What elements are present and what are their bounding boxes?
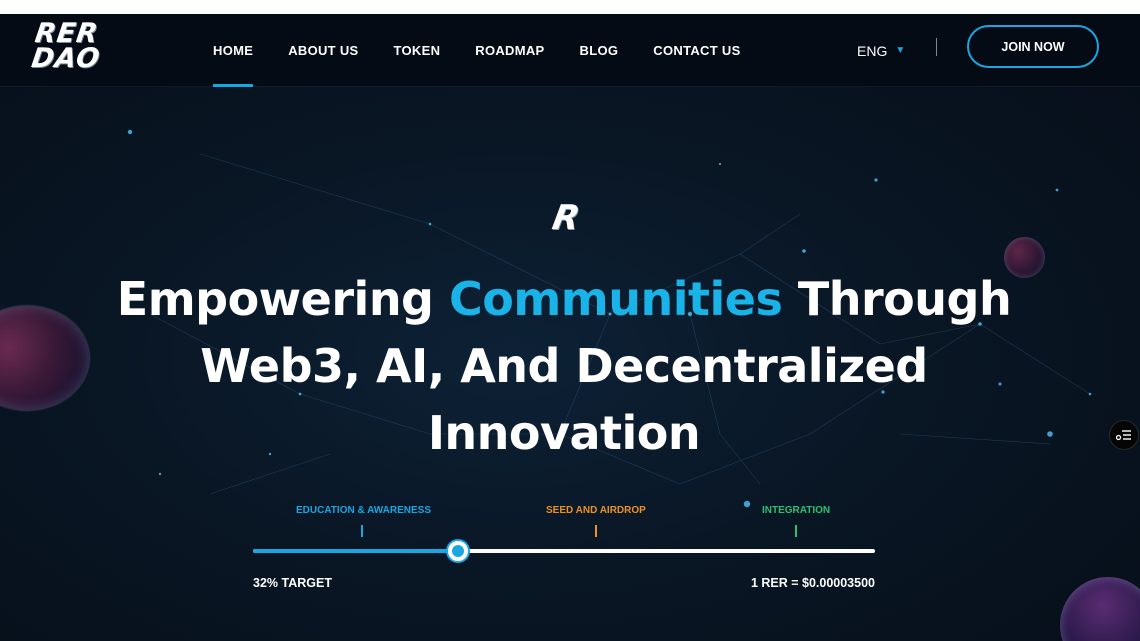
stage-label-seed-airdrop: SEED AND AIRDROP xyxy=(546,505,646,516)
site-page: RER DAO HOME ABOUT US TOKEN ROADMAP BLOG… xyxy=(0,14,1140,641)
language-label: ENG xyxy=(857,42,888,59)
stage-marker-education xyxy=(361,525,363,537)
nav-home[interactable]: HOME xyxy=(213,14,254,87)
token-price: 1 RER = $0.00003500 xyxy=(750,576,875,590)
progress-fill xyxy=(253,549,459,553)
target-percentage: 32% TARGET xyxy=(253,576,332,590)
stage-label-integration: INTEGRATION xyxy=(762,505,831,516)
rer-dao-logo[interactable]: RER DAO xyxy=(29,18,131,77)
hero-headline: Empowering Communities Through Web3, AI,… xyxy=(100,266,1028,467)
language-selector[interactable]: ENG ▼ xyxy=(857,14,905,87)
progress-track xyxy=(253,541,875,561)
stage-label-education: EDUCATION & AWARENESS xyxy=(296,505,432,516)
nav-blog[interactable]: BLOG xyxy=(580,14,619,87)
header-divider xyxy=(936,38,937,56)
side-menu-button[interactable] xyxy=(1109,420,1139,450)
nav-about-us[interactable]: ABOUT US xyxy=(288,14,358,87)
menu-list-icon xyxy=(1116,430,1131,441)
logo-line-2: DAO xyxy=(29,43,103,74)
stage-marker-seed-airdrop xyxy=(595,525,597,537)
browser-top-strip xyxy=(0,0,1140,14)
main-nav: HOME ABOUT US TOKEN ROADMAP BLOG CONTACT… xyxy=(213,14,776,87)
stage-marker-integration xyxy=(795,525,797,537)
headline-text-1: Empowering xyxy=(116,272,450,326)
rer-mark-icon: R xyxy=(549,198,583,238)
nav-token[interactable]: TOKEN xyxy=(394,14,441,87)
headline-accent: Communities xyxy=(449,272,783,326)
site-header: RER DAO HOME ABOUT US TOKEN ROADMAP BLOG… xyxy=(0,14,1140,87)
nav-roadmap[interactable]: ROADMAP xyxy=(475,14,544,87)
join-now-button[interactable]: JOIN NOW xyxy=(967,25,1099,68)
nav-contact-us[interactable]: CONTACT US xyxy=(653,14,740,87)
chevron-down-icon: ▼ xyxy=(895,45,906,56)
